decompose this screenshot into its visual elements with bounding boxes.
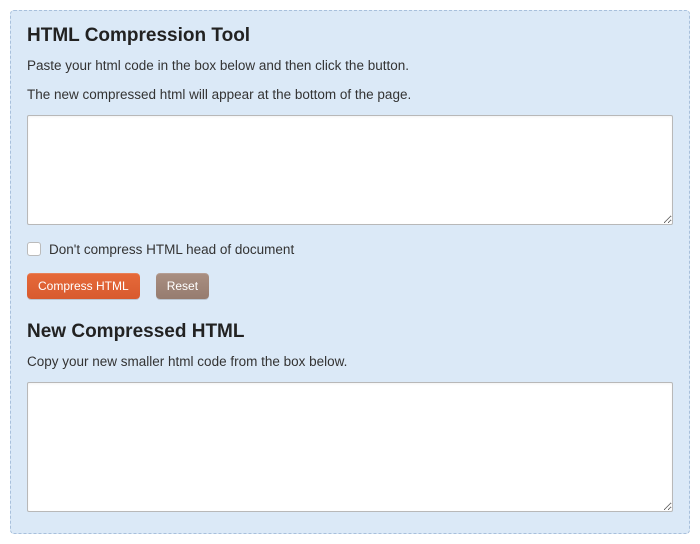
page-title: HTML Compression Tool [27, 25, 673, 47]
checkbox-row: Don't compress HTML head of document [27, 242, 673, 257]
intro-text-2: The new compressed html will appear at t… [27, 86, 673, 105]
dont-compress-head-label[interactable]: Don't compress HTML head of document [49, 242, 294, 257]
intro-text-1: Paste your html code in the box below an… [27, 57, 673, 76]
button-row: Compress HTML Reset [27, 273, 673, 299]
output-title: New Compressed HTML [27, 321, 673, 343]
html-input[interactable] [27, 115, 673, 225]
output-intro: Copy your new smaller html code from the… [27, 353, 673, 372]
compress-button[interactable]: Compress HTML [27, 273, 140, 299]
compression-panel: HTML Compression Tool Paste your html co… [10, 10, 690, 534]
reset-button[interactable]: Reset [156, 273, 209, 299]
dont-compress-head-checkbox[interactable] [27, 242, 41, 256]
html-output[interactable] [27, 382, 673, 512]
